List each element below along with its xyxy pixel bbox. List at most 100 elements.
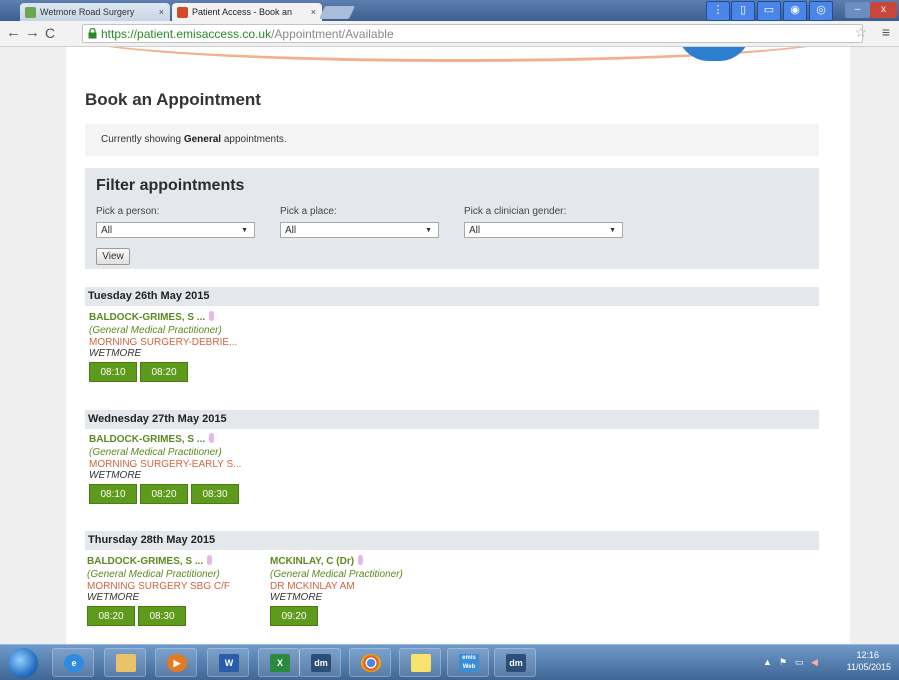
clinician-name[interactable]: MCKINLAY, C (Dr) bbox=[270, 555, 450, 569]
filter-title: Filter appointments bbox=[96, 177, 245, 194]
excel-icon: X bbox=[270, 654, 290, 672]
taskbar-dm-2[interactable]: dm bbox=[494, 648, 536, 677]
close-window-icon[interactable]: x bbox=[870, 2, 897, 18]
session-name: MORNING SURGERY-EARLY S... bbox=[89, 459, 242, 470]
show-hidden-icons-icon[interactable]: ▲ bbox=[763, 657, 772, 667]
gender-label: Pick a clinician gender: bbox=[464, 206, 567, 217]
notice-type: General bbox=[183, 134, 222, 145]
time-slot-button[interactable]: 08:30 bbox=[191, 484, 239, 504]
record-icon[interactable]: ◉ bbox=[783, 1, 807, 21]
surgery-favicon-icon bbox=[25, 7, 36, 18]
notice-prefix: Currently showing bbox=[101, 134, 182, 145]
back-arrow-icon[interactable]: ← bbox=[6, 25, 21, 41]
clock-date[interactable]: 11/05/2015 bbox=[847, 662, 891, 672]
taskbar-dm[interactable]: dm bbox=[299, 648, 341, 677]
target-icon[interactable]: ◎ bbox=[809, 1, 833, 21]
clinician-name[interactable]: BALDOCK-GRIMES, S ... bbox=[89, 433, 269, 447]
clinician-name-text: MCKINLAY, C (Dr) bbox=[270, 556, 355, 567]
clinician-name[interactable]: BALDOCK-GRIMES, S ... bbox=[89, 311, 269, 325]
chrome-icon bbox=[361, 654, 381, 672]
url-text: https://patient.emisaccess.co.uk/Appoint… bbox=[101, 25, 394, 44]
url-input[interactable]: https://patient.emisaccess.co.uk/Appoint… bbox=[82, 24, 863, 43]
taskbar-internet-explorer[interactable]: e bbox=[52, 648, 94, 677]
time-slot-button[interactable]: 08:20 bbox=[140, 484, 188, 504]
bookmark-star-icon[interactable]: ☆ bbox=[854, 24, 867, 41]
taskbar-chrome[interactable] bbox=[349, 648, 391, 677]
tab-label: Patient Access - Book an bbox=[192, 7, 293, 17]
location-name: WETMORE bbox=[270, 592, 323, 603]
volume-icon[interactable]: ◀ bbox=[811, 657, 818, 668]
sticky-notes-icon bbox=[411, 654, 431, 672]
internet-explorer-icon: e bbox=[64, 654, 84, 672]
female-gender-icon bbox=[358, 555, 364, 565]
place-select[interactable]: All ▼ bbox=[280, 222, 439, 238]
person-select[interactable]: All ▼ bbox=[96, 222, 255, 238]
taskbar-media-player[interactable]: ▶ bbox=[155, 648, 197, 677]
time-slot-button[interactable]: 08:10 bbox=[89, 362, 137, 382]
extension-icon[interactable]: ⋮ bbox=[706, 1, 730, 21]
dm-icon: dm bbox=[311, 654, 331, 672]
location-name: WETMORE bbox=[87, 592, 140, 603]
taskbar-file-explorer[interactable] bbox=[104, 648, 146, 677]
clock-time[interactable]: 12:16 bbox=[856, 650, 879, 660]
new-tab-button[interactable] bbox=[318, 6, 356, 19]
appointment-type-notice: Currently showing General appointments. bbox=[85, 124, 819, 156]
minimize-window-icon[interactable]: – bbox=[845, 2, 870, 18]
word-icon: W bbox=[219, 654, 239, 672]
time-slot-button[interactable]: 09:20 bbox=[270, 606, 318, 626]
media-player-icon: ▶ bbox=[167, 654, 187, 672]
window-icon[interactable]: ▭ bbox=[757, 1, 781, 21]
flag-icon[interactable]: ⚑ bbox=[779, 657, 787, 668]
time-slot-button[interactable]: 08:20 bbox=[87, 606, 135, 626]
tab-label: Wetmore Road Surgery bbox=[40, 7, 135, 17]
tab-patient-access[interactable]: Patient Access - Book an × bbox=[172, 3, 322, 21]
tab-wetmore-road-surgery[interactable]: Wetmore Road Surgery × bbox=[20, 3, 170, 21]
filter-panel: Filter appointments Pick a person: All ▼… bbox=[85, 168, 819, 269]
session-name: MORNING SURGERY SBG C/F bbox=[87, 581, 230, 592]
place-label: Pick a place: bbox=[280, 206, 337, 217]
taskbar-emis-web[interactable]: emis Web bbox=[447, 648, 489, 677]
start-button[interactable] bbox=[8, 648, 38, 678]
appointment-block: MCKINLAY, C (Dr) (General Medical Practi… bbox=[270, 555, 450, 626]
clinician-name-text: BALDOCK-GRIMES, S ... bbox=[89, 434, 206, 445]
hamburger-menu-icon[interactable]: ≡ bbox=[882, 24, 890, 40]
day-header: Wednesday 27th May 2015 bbox=[85, 410, 819, 429]
gender-select[interactable]: All ▼ bbox=[464, 222, 623, 238]
notice-suffix: appointments. bbox=[223, 134, 287, 145]
taskbar-sticky-notes[interactable] bbox=[399, 648, 441, 677]
clinician-role: (General Medical Practitioner) bbox=[87, 569, 220, 580]
appointment-block: BALDOCK-GRIMES, S ... (General Medical P… bbox=[89, 311, 269, 382]
clinician-role: (General Medical Practitioner) bbox=[89, 447, 222, 458]
time-slot-list: 09:20 bbox=[270, 606, 450, 626]
time-slot-list: 08:10 08:20 08:30 bbox=[89, 484, 269, 504]
lock-icon bbox=[88, 28, 97, 39]
close-tab-icon[interactable]: × bbox=[311, 3, 316, 21]
day-header: Tuesday 26th May 2015 bbox=[85, 287, 819, 306]
time-slot-button[interactable]: 08:10 bbox=[89, 484, 137, 504]
appointment-block: BALDOCK-GRIMES, S ... (General Medical P… bbox=[89, 433, 269, 504]
network-icon[interactable]: ▭ bbox=[795, 657, 804, 668]
view-button[interactable]: View bbox=[96, 248, 130, 265]
appointment-block: BALDOCK-GRIMES, S ... (General Medical P… bbox=[87, 555, 267, 626]
gender-select-value: All bbox=[469, 225, 481, 236]
dropdown-arrow-icon: ▼ bbox=[609, 227, 616, 234]
address-toolbar: ← → C https://patient.emisaccess.co.uk/A… bbox=[0, 21, 899, 47]
female-gender-icon bbox=[209, 311, 215, 321]
taskbar-excel[interactable]: X bbox=[258, 648, 300, 677]
windows-taskbar: e ▶ W X dm emis Web dm ▲ ⚑ ▭ ◀ 12:16 11/… bbox=[0, 644, 899, 680]
forward-arrow-icon[interactable]: → bbox=[25, 25, 40, 41]
dropdown-arrow-icon: ▼ bbox=[241, 227, 248, 234]
location-name: WETMORE bbox=[89, 348, 142, 359]
reload-icon[interactable]: C bbox=[45, 25, 55, 41]
page-title: Book an Appointment bbox=[85, 90, 261, 109]
clinician-name[interactable]: BALDOCK-GRIMES, S ... bbox=[87, 555, 267, 569]
taskbar-word[interactable]: W bbox=[207, 648, 249, 677]
emis-web-icon: emis Web bbox=[459, 654, 479, 672]
location-name: WETMORE bbox=[89, 470, 142, 481]
session-name: DR MCKINLAY AM bbox=[270, 581, 355, 592]
close-tab-icon[interactable]: × bbox=[159, 3, 164, 21]
session-name: MORNING SURGERY-DEBRIE... bbox=[89, 337, 238, 348]
time-slot-button[interactable]: 08:20 bbox=[140, 362, 188, 382]
document-icon[interactable]: ▯ bbox=[731, 1, 755, 21]
time-slot-button[interactable]: 08:30 bbox=[138, 606, 186, 626]
